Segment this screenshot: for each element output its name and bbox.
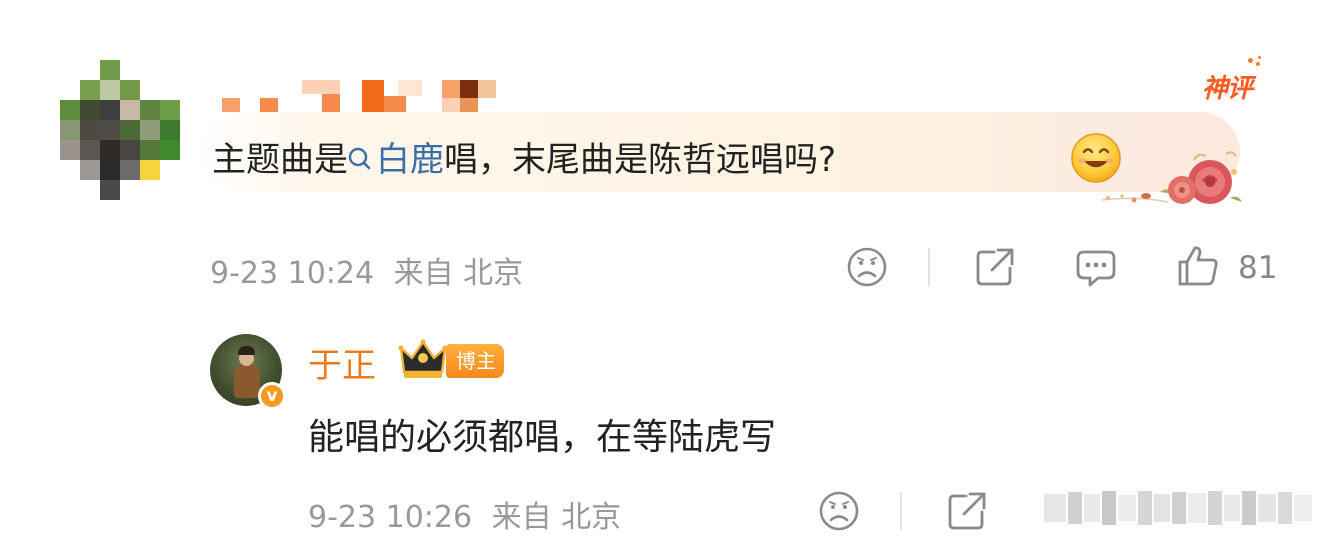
commenter-name-redacted[interactable] bbox=[218, 76, 508, 114]
sad-face-icon[interactable] bbox=[818, 490, 860, 532]
watermark-redacted bbox=[1044, 488, 1314, 534]
action-divider bbox=[900, 492, 902, 530]
comment-text-after: 唱，末尾曲是陈哲远唱吗? bbox=[444, 140, 837, 180]
rose-decoration bbox=[1098, 146, 1244, 214]
share-icon[interactable] bbox=[974, 246, 1016, 288]
search-icon bbox=[348, 145, 372, 178]
thumbs-up-icon[interactable] bbox=[1176, 244, 1220, 288]
comment-thread: 神评 主题曲是 白鹿唱，末尾曲是陈哲远唱吗? 9-23 10:24 来自 北京 … bbox=[0, 0, 1320, 546]
topic-link-label: 白鹿 bbox=[376, 140, 444, 180]
action-divider bbox=[928, 248, 930, 286]
crown-icon bbox=[398, 338, 448, 382]
god-comment-label: 神评 bbox=[1202, 74, 1253, 104]
reply-author-name[interactable]: 于正 bbox=[308, 338, 376, 387]
comment-icon[interactable] bbox=[1074, 246, 1118, 288]
like-count: 81 bbox=[1238, 250, 1278, 286]
share-icon[interactable] bbox=[946, 490, 988, 532]
reply-meta: 9-23 10:26 来自 北京 bbox=[308, 492, 621, 536]
commenter-avatar[interactable] bbox=[60, 60, 180, 200]
comment-meta: 9-23 10:24 来自 北京 bbox=[210, 248, 523, 292]
comment-time: 9-23 10:24 bbox=[210, 256, 375, 291]
verified-badge: v bbox=[258, 382, 286, 410]
topic-link[interactable]: 白鹿 bbox=[348, 140, 444, 180]
comment-text-before: 主题曲是 bbox=[212, 140, 348, 180]
reply-time: 9-23 10:26 bbox=[308, 500, 473, 535]
god-comment-badge: 神评 bbox=[1196, 56, 1276, 104]
comment-text: 主题曲是 白鹿唱，末尾曲是陈哲远唱吗? bbox=[212, 132, 836, 181]
comment-source: 来自 北京 bbox=[393, 256, 524, 291]
reply-text: 能唱的必须都唱，在等陆虎写 bbox=[308, 417, 777, 458]
reply-source: 来自 北京 bbox=[491, 500, 622, 535]
sad-face-icon[interactable] bbox=[846, 246, 888, 288]
author-tag: 博主 bbox=[446, 344, 504, 378]
